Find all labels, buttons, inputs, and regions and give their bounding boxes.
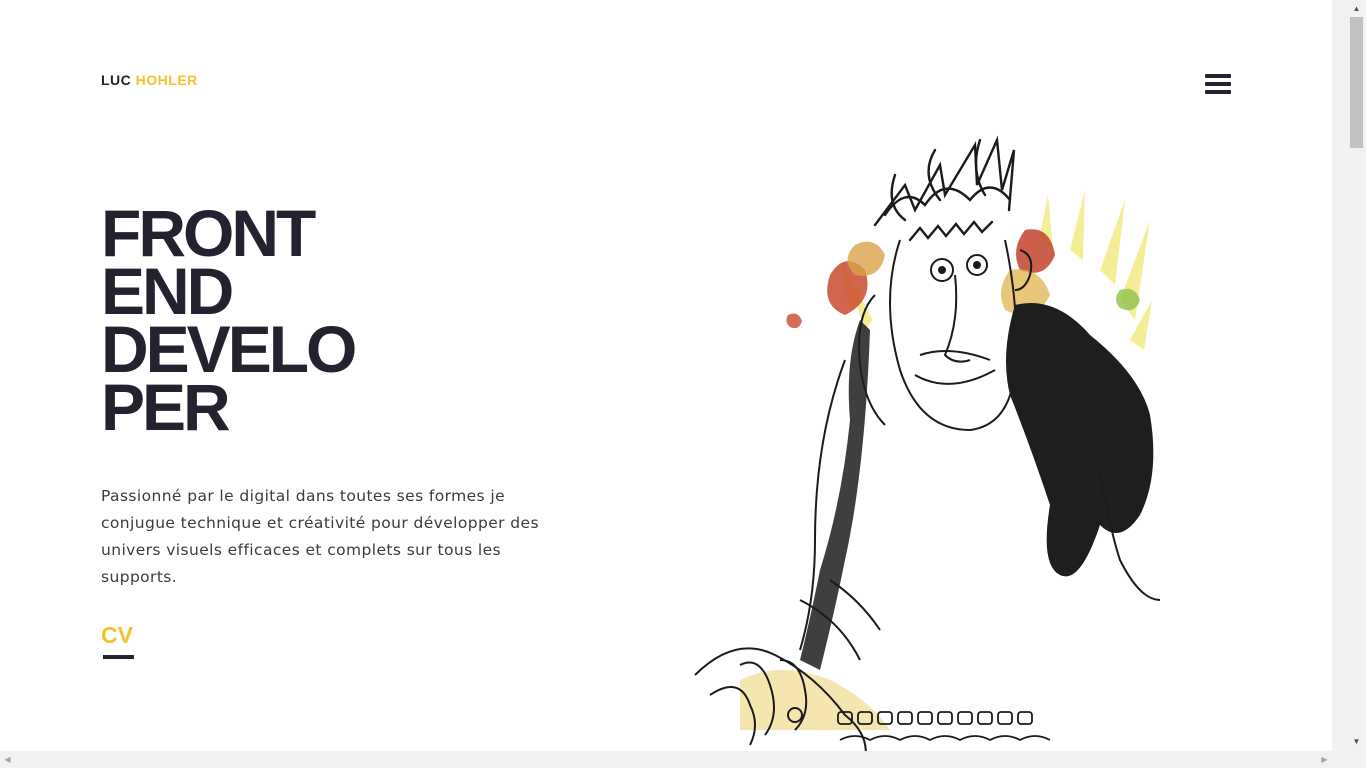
portrait-illustration <box>694 135 1161 751</box>
scroll-down-arrow-icon[interactable]: ▼ <box>1349 735 1364 749</box>
scroll-left-arrow-icon[interactable]: ◀ <box>0 751 15 768</box>
logo-last-name: HOHLER <box>135 72 198 88</box>
hamburger-menu-icon[interactable] <box>1205 73 1231 97</box>
headline-line: PER <box>101 370 231 444</box>
scroll-right-arrow-icon[interactable]: ▶ <box>1317 751 1332 768</box>
scroll-up-arrow-icon[interactable]: ▲ <box>1349 2 1364 16</box>
horizontal-scrollbar[interactable]: ◀ ▶ <box>0 751 1332 768</box>
cv-link[interactable]: CV <box>101 622 133 649</box>
scroll-thumb[interactable] <box>1350 17 1363 148</box>
face-lines <box>858 239 1033 432</box>
site-logo[interactable]: LUC HOHLER <box>101 72 198 88</box>
hero-intro-text: Passionné par le digital dans toutes ses… <box>101 487 539 586</box>
page: LUC HOHLER FRONT END DEVELO PER Passionn… <box>0 0 1332 751</box>
menu-bar <box>1205 82 1231 86</box>
scrollbar-corner <box>1332 751 1366 768</box>
cv-underline <box>103 655 134 659</box>
logo-first-name: LUC <box>101 72 132 88</box>
menu-bar <box>1205 74 1231 78</box>
menu-bar <box>1205 90 1231 94</box>
hero-headline: FRONT END DEVELO PER <box>101 200 357 444</box>
vertical-scrollbar[interactable]: ▲ ▼ <box>1332 0 1366 751</box>
shirt-ink <box>800 303 1154 670</box>
hair-strokes <box>873 135 1016 242</box>
